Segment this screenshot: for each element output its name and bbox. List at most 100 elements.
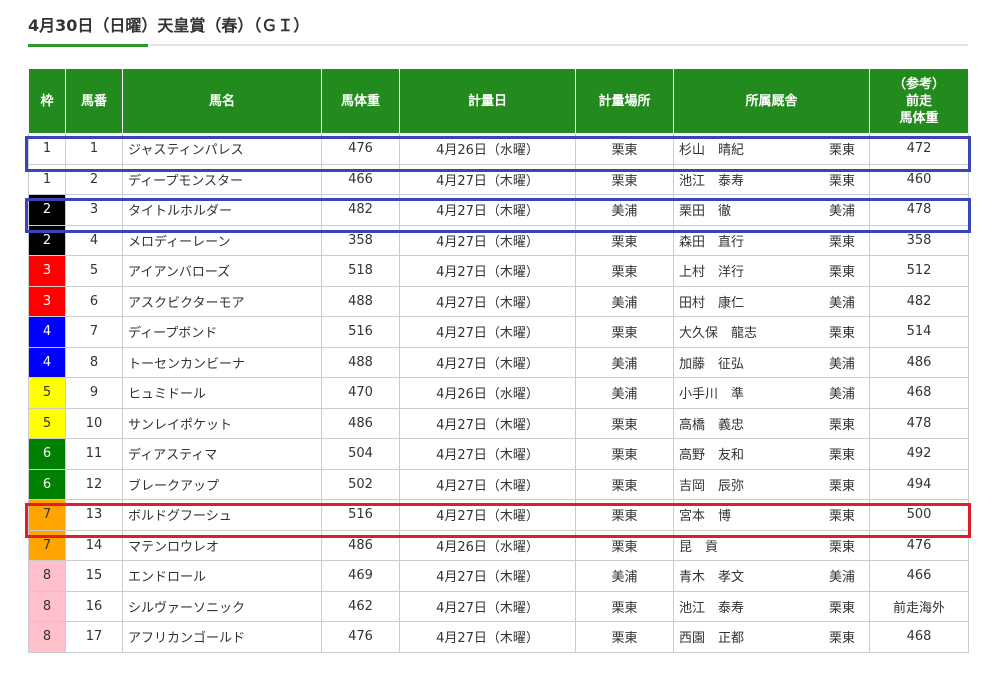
header-previous-weight-line1: （参考） bbox=[892, 76, 945, 92]
weight-cell: 469 bbox=[321, 560, 400, 592]
umaban-cell: 12 bbox=[65, 468, 123, 500]
header-weigh-date: 計量日 bbox=[399, 68, 576, 134]
umaban-cell: 14 bbox=[65, 529, 123, 561]
previous-weight-cell: 486 bbox=[869, 346, 969, 378]
umaban-cell: 15 bbox=[65, 560, 123, 592]
weigh-place-cell: 美浦 bbox=[575, 377, 674, 409]
trainer-name: 西園 正都 bbox=[679, 631, 745, 647]
waku-cell: 1 bbox=[28, 133, 66, 165]
stable-cell: 大久保 龍志 栗東 bbox=[673, 316, 870, 348]
weigh-place-cell: 栗東 bbox=[575, 438, 674, 470]
table-row: 6 11 ディアスティマ 504 4月27日（木曜） 栗東 高野 友和 栗東 492 bbox=[28, 438, 969, 470]
weigh-place-cell: 栗東 bbox=[575, 255, 674, 287]
weight-cell: 516 bbox=[321, 499, 400, 531]
weight-cell: 488 bbox=[321, 285, 400, 317]
weight-cell: 516 bbox=[321, 316, 400, 348]
trainer-region: 栗東 bbox=[828, 265, 855, 281]
trainer-region: 栗東 bbox=[828, 509, 855, 525]
trainer-name: 森田 直行 bbox=[679, 234, 745, 250]
header-weight: 馬体重 bbox=[321, 68, 400, 134]
weight-cell: 482 bbox=[321, 194, 400, 226]
stable-cell: 加藤 征弘 美浦 bbox=[673, 346, 870, 378]
table-row: 2 3 タイトルホルダー 482 4月27日（木曜） 美浦 栗田 徹美浦 478 bbox=[28, 194, 969, 226]
previous-weight-cell: 514 bbox=[869, 316, 969, 348]
trainer-name: 杉山 晴紀 bbox=[679, 143, 745, 159]
horse-name-cell: アフリカンゴールド bbox=[122, 621, 322, 653]
header-waku: 枠 bbox=[28, 68, 66, 134]
title-divider-accent bbox=[28, 44, 148, 47]
weigh-date-cell: 4月27日（木曜） bbox=[399, 316, 576, 348]
stable-cell: 池江 泰寿 栗東 bbox=[673, 590, 870, 622]
table-row: 7 13 ボルドグフーシュ 516 4月27日（木曜） 栗東 宮本 博栗東 500 bbox=[28, 499, 969, 531]
weigh-place-cell: 栗東 bbox=[575, 316, 674, 348]
trainer-name: 栗田 徹 bbox=[679, 204, 732, 220]
stable-cell: 宮本 博 栗東 bbox=[673, 499, 870, 531]
horse-name-cell: ボルドグフーシュ bbox=[122, 499, 322, 531]
weigh-date-cell: 4月26日（水曜） bbox=[399, 529, 576, 561]
weigh-place-cell: 美浦 bbox=[575, 285, 674, 317]
weigh-place-cell: 栗東 bbox=[575, 224, 674, 256]
trainer-name: 池江 泰寿 bbox=[679, 173, 745, 189]
horse-name-cell: ディープボンド bbox=[122, 316, 322, 348]
horse-name-cell: サンレイポケット bbox=[122, 407, 322, 439]
weigh-date-cell: 4月27日（木曜） bbox=[399, 224, 576, 256]
stable-cell: 池江 泰寿 栗東 bbox=[673, 163, 870, 195]
weigh-date-cell: 4月27日（木曜） bbox=[399, 621, 576, 653]
trainer-region: 栗東 bbox=[828, 417, 855, 433]
weigh-date-cell: 4月27日（木曜） bbox=[399, 194, 576, 226]
horse-name-cell: ブレークアップ bbox=[122, 468, 322, 500]
weigh-place-cell: 栗東 bbox=[575, 133, 674, 165]
trainer-name: 田村 康仁 bbox=[679, 295, 745, 311]
horse-name-cell: ヒュミドール bbox=[122, 377, 322, 409]
weight-cell: 358 bbox=[321, 224, 400, 256]
horse-name-cell: ディープモンスター bbox=[122, 163, 322, 195]
waku-cell: 3 bbox=[28, 285, 66, 317]
waku-cell: 8 bbox=[28, 560, 66, 592]
table-row: 5 10 サンレイポケット 486 4月27日（木曜） 栗東 高橋 義忠 栗東 478 bbox=[28, 407, 969, 439]
table-row: 5 9 ヒュミドール 470 4月26日（水曜） 美浦 小手川 準美浦 468 bbox=[28, 377, 969, 409]
umaban-cell: 9 bbox=[65, 377, 123, 409]
header-stable: 所属厩舎 bbox=[673, 68, 870, 134]
trainer-region: 栗東 bbox=[828, 173, 855, 189]
waku-cell: 4 bbox=[28, 316, 66, 348]
weigh-place-cell: 栗東 bbox=[575, 407, 674, 439]
trainer-name: 吉岡 辰弥 bbox=[679, 478, 745, 494]
weigh-date-cell: 4月27日（木曜） bbox=[399, 255, 576, 287]
stable-cell: 昆 貢 栗東 bbox=[673, 529, 870, 561]
weigh-date-cell: 4月27日（木曜） bbox=[399, 590, 576, 622]
horse-weight-table: 枠 馬番 馬名 馬体重 計量日 計量場所 所属厩舎 （参考） 前走 馬体重 11… bbox=[28, 68, 969, 653]
header-weigh-place: 計量場所 bbox=[575, 68, 674, 134]
trainer-name: 昆 貢 bbox=[679, 539, 719, 555]
trainer-name: 池江 泰寿 bbox=[679, 600, 745, 616]
stable-cell: 田村 康仁 美浦 bbox=[673, 285, 870, 317]
weigh-place-cell: 栗東 bbox=[575, 163, 674, 195]
weight-cell: 486 bbox=[321, 407, 400, 439]
trainer-name: 高橋 義忠 bbox=[679, 417, 745, 433]
trainer-region: 美浦 bbox=[828, 295, 855, 311]
trainer-region: 栗東 bbox=[828, 448, 855, 464]
previous-weight-cell: 478 bbox=[869, 194, 969, 226]
umaban-cell: 8 bbox=[65, 346, 123, 378]
trainer-name: 高野 友和 bbox=[679, 448, 745, 464]
umaban-cell: 3 bbox=[65, 194, 123, 226]
header-previous-weight-line2: 前走 bbox=[905, 93, 932, 109]
trainer-region: 美浦 bbox=[828, 570, 855, 586]
weigh-place-cell: 栗東 bbox=[575, 590, 674, 622]
trainer-region: 栗東 bbox=[828, 478, 855, 494]
trainer-region: 美浦 bbox=[828, 204, 855, 220]
previous-weight-cell: 472 bbox=[869, 133, 969, 165]
umaban-cell: 1 bbox=[65, 133, 123, 165]
trainer-name: 加藤 征弘 bbox=[679, 356, 745, 372]
waku-cell: 5 bbox=[28, 377, 66, 409]
stable-cell: 栗田 徹 美浦 bbox=[673, 194, 870, 226]
horse-name-cell: ディアスティマ bbox=[122, 438, 322, 470]
header-umaban: 馬番 bbox=[65, 68, 123, 134]
previous-weight-cell: 500 bbox=[869, 499, 969, 531]
weight-cell: 466 bbox=[321, 163, 400, 195]
previous-weight-cell: 460 bbox=[869, 163, 969, 195]
horse-name-cell: エンドロール bbox=[122, 560, 322, 592]
weigh-date-cell: 4月26日（水曜） bbox=[399, 377, 576, 409]
horse-name-cell: メロディーレーン bbox=[122, 224, 322, 256]
weigh-place-cell: 栗東 bbox=[575, 499, 674, 531]
horse-name-cell: トーセンカンビーナ bbox=[122, 346, 322, 378]
